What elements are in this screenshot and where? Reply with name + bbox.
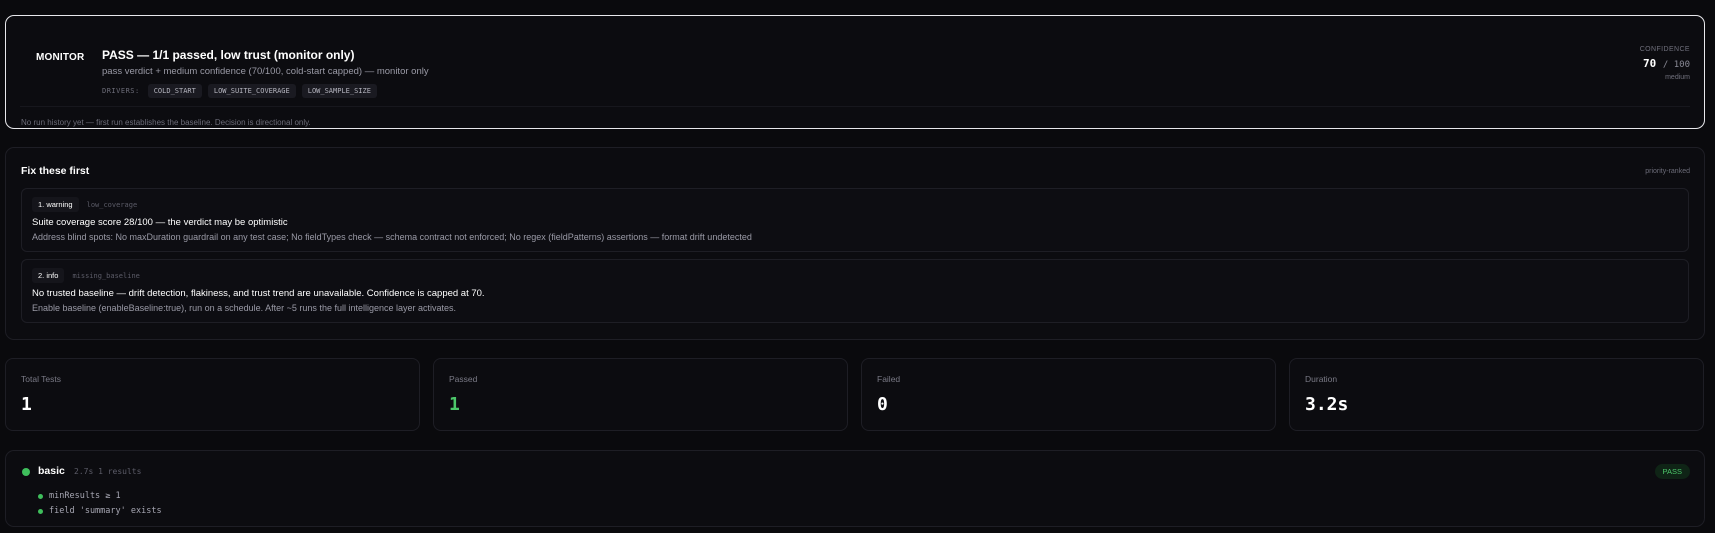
stat-passed: Passed 1 bbox=[433, 358, 848, 431]
drivers-row: DRIVERS: COLD_START LOW_SUITE_COVERAGE L… bbox=[102, 84, 377, 98]
assertion-text: minResults ≥ 1 bbox=[49, 491, 121, 501]
baseline-note: No run history yet — first run establish… bbox=[21, 118, 311, 127]
driver-chip: COLD_START bbox=[147, 84, 202, 98]
issue-detail: Address blind spots: No maxDuration guar… bbox=[32, 232, 752, 242]
verdict-headline: PASS — 1/1 passed, low trust (monitor on… bbox=[102, 48, 355, 62]
issue-code: low_coverage bbox=[86, 200, 138, 209]
fix-first-panel: Fix these first priority-ranked 1. warni… bbox=[5, 147, 1705, 340]
stat-duration: Duration 3.2s bbox=[1289, 358, 1704, 431]
test-suite-row[interactable]: basic 2.7s 1 results PASS minResults ≥ 1… bbox=[5, 450, 1705, 527]
stat-label: Duration bbox=[1305, 374, 1338, 384]
verdict-subtitle: pass verdict + medium confidence (70/100… bbox=[102, 66, 429, 77]
drivers-label: DRIVERS: bbox=[102, 87, 140, 95]
stat-value: 1 bbox=[21, 394, 32, 415]
assertion-text: field 'summary' exists bbox=[49, 506, 162, 516]
issue-code: missing_baseline bbox=[72, 271, 140, 280]
stat-label: Failed bbox=[877, 374, 901, 384]
issue-detail: Enable baseline (enableBaseline:true), r… bbox=[32, 303, 457, 313]
assertion-item: field 'summary' exists bbox=[38, 506, 162, 516]
severity-badge: 1. warning bbox=[32, 197, 79, 212]
stat-value: 0 bbox=[877, 394, 888, 415]
driver-chip: LOW_SUITE_COVERAGE bbox=[207, 84, 296, 98]
confidence-label: CONFIDENCE bbox=[1639, 46, 1690, 53]
stat-label: Total Tests bbox=[21, 374, 62, 384]
status-dot bbox=[22, 468, 30, 476]
status-badge: PASS bbox=[1654, 464, 1690, 479]
severity-badge: 2. info bbox=[32, 268, 65, 283]
confidence-score: 70 / 100 bbox=[1640, 57, 1690, 70]
stat-value: 3.2s bbox=[1305, 394, 1349, 415]
issue-title: Suite coverage score 28/100 — the verdic… bbox=[32, 217, 288, 228]
assertion-dot bbox=[38, 493, 43, 499]
priority-ranked-label: priority-ranked bbox=[1645, 168, 1690, 175]
assertion-dot bbox=[38, 508, 43, 514]
divider bbox=[20, 106, 1690, 107]
stat-value: 1 bbox=[449, 394, 460, 415]
confidence-value: 70 bbox=[1643, 57, 1657, 70]
issue-item: 1. warning low_coverage Suite coverage s… bbox=[21, 188, 1689, 252]
mode-badge: MONITOR bbox=[36, 52, 85, 63]
suite-meta: 2.7s 1 results bbox=[74, 467, 142, 476]
confidence-panel: CONFIDENCE 70 / 100 medium bbox=[1640, 46, 1690, 81]
suite-name: basic bbox=[38, 465, 65, 477]
stat-failed: Failed 0 bbox=[861, 358, 1276, 431]
assertion-item: minResults ≥ 1 bbox=[38, 491, 121, 501]
confidence-max: / 100 bbox=[1662, 60, 1690, 70]
driver-chip: LOW_SAMPLE_SIZE bbox=[301, 84, 377, 98]
fix-first-title: Fix these first bbox=[21, 165, 90, 177]
stat-label: Passed bbox=[449, 374, 478, 384]
confidence-level: medium bbox=[1665, 74, 1690, 81]
issue-item: 2. info missing_baseline No trusted base… bbox=[21, 259, 1689, 323]
stat-total-tests: Total Tests 1 bbox=[5, 358, 420, 431]
issue-title: No trusted baseline — drift detection, f… bbox=[32, 288, 485, 299]
verdict-card: MONITOR PASS — 1/1 passed, low trust (mo… bbox=[5, 15, 1705, 129]
